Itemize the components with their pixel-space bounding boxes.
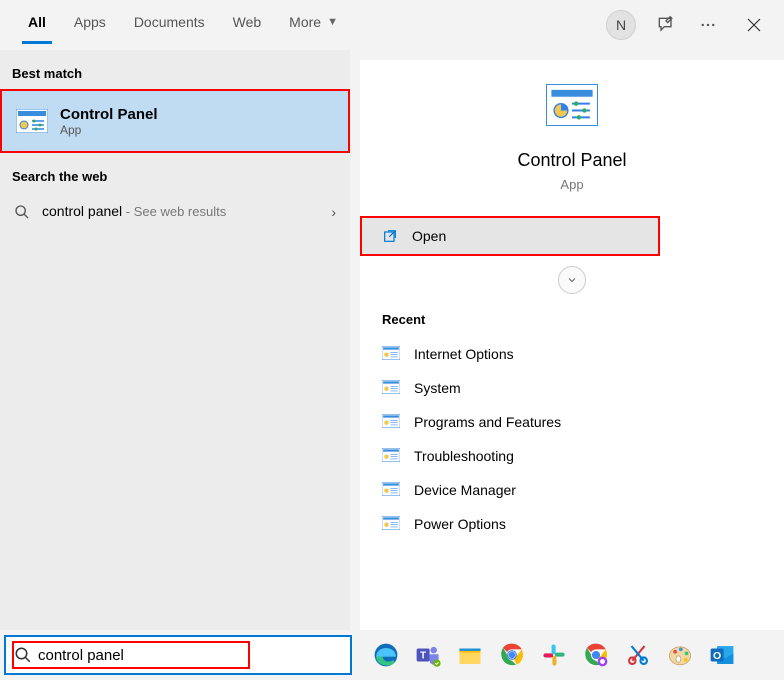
recent-item-label: Internet Options bbox=[414, 346, 514, 362]
control-panel-icon bbox=[382, 482, 400, 499]
detail-icon bbox=[546, 84, 598, 126]
search-icon bbox=[14, 204, 30, 220]
tab-web[interactable]: Web bbox=[219, 14, 276, 44]
open-action[interactable]: Open bbox=[360, 216, 660, 256]
user-avatar[interactable]: N bbox=[606, 10, 636, 40]
tab-apps[interactable]: Apps bbox=[60, 14, 120, 44]
control-panel-icon bbox=[382, 380, 400, 397]
best-match-sub: App bbox=[60, 123, 158, 137]
tab-all[interactable]: All bbox=[14, 14, 60, 44]
taskbar-file-explorer-icon[interactable] bbox=[454, 639, 486, 671]
tabs-left: All Apps Documents Web More ▼ bbox=[14, 0, 352, 50]
recent-item[interactable]: Internet Options bbox=[360, 337, 784, 371]
chevron-right-icon: › bbox=[331, 204, 336, 220]
taskbar: TO bbox=[352, 639, 784, 671]
tab-documents[interactable]: Documents bbox=[120, 14, 219, 44]
chevron-down-icon: ▼ bbox=[327, 16, 338, 28]
web-result-sub: - See web results bbox=[122, 204, 226, 219]
recent-item-label: Programs and Features bbox=[414, 414, 561, 430]
taskbar-slack-icon[interactable] bbox=[538, 639, 570, 671]
taskbar-chrome-canary-icon[interactable] bbox=[580, 639, 612, 671]
best-match-title: Control Panel bbox=[60, 106, 158, 123]
recent-list: Internet Options System Programs and Featu… bbox=[360, 337, 784, 541]
control-panel-icon bbox=[16, 109, 48, 133]
svg-text:O: O bbox=[713, 650, 721, 662]
recent-item-label: Troubleshooting bbox=[414, 448, 514, 464]
chevron-down-icon bbox=[566, 274, 578, 286]
recent-item[interactable]: Power Options bbox=[360, 507, 784, 541]
detail-title: Control Panel bbox=[517, 150, 626, 171]
search-web-header: Search the web bbox=[0, 153, 350, 192]
best-match-header: Best match bbox=[0, 50, 350, 89]
best-match-item[interactable]: Control Panel App bbox=[0, 89, 350, 153]
more-options-icon[interactable] bbox=[696, 13, 720, 37]
tab-more-label: More bbox=[289, 14, 321, 30]
recent-header: Recent bbox=[360, 304, 784, 337]
bottom-bar: TO bbox=[0, 630, 784, 680]
taskbar-outlook-icon[interactable]: O bbox=[706, 639, 738, 671]
taskbar-teams-icon[interactable]: T bbox=[412, 639, 444, 671]
control-panel-icon bbox=[382, 516, 400, 533]
best-match-text: Control Panel App bbox=[60, 106, 158, 137]
recent-item[interactable]: System bbox=[360, 371, 784, 405]
results-pane: Best match Control Panel App Search the … bbox=[0, 50, 350, 630]
taskbar-paint-icon[interactable] bbox=[664, 639, 696, 671]
taskbar-edge-icon[interactable] bbox=[370, 639, 402, 671]
search-input[interactable] bbox=[32, 647, 342, 664]
tab-more[interactable]: More ▼ bbox=[275, 14, 352, 44]
recent-item[interactable]: Device Manager bbox=[360, 473, 784, 507]
svg-text:T: T bbox=[420, 650, 426, 661]
control-panel-icon bbox=[382, 346, 400, 363]
search-box[interactable] bbox=[4, 635, 352, 675]
taskbar-snip-icon[interactable] bbox=[622, 639, 654, 671]
detail-sub: App bbox=[560, 177, 583, 192]
main-content: Best match Control Panel App Search the … bbox=[0, 50, 784, 630]
expand-button[interactable] bbox=[558, 266, 586, 294]
recent-item-label: System bbox=[414, 380, 461, 396]
taskbar-chrome-icon[interactable] bbox=[496, 639, 528, 671]
recent-item[interactable]: Programs and Features bbox=[360, 405, 784, 439]
detail-pane: Control Panel App Open Recent Internet O… bbox=[360, 60, 784, 630]
detail-header: Control Panel App bbox=[360, 60, 784, 216]
web-result-item[interactable]: control panel - See web results › bbox=[0, 192, 350, 232]
recent-item-label: Device Manager bbox=[414, 482, 516, 498]
tabs-bar: All Apps Documents Web More ▼ N bbox=[0, 0, 784, 50]
open-icon bbox=[382, 228, 398, 244]
expand-row bbox=[360, 256, 784, 304]
search-icon bbox=[14, 646, 32, 664]
web-result-query: control panel bbox=[42, 203, 122, 219]
tabs-right: N bbox=[606, 9, 778, 41]
control-panel-icon bbox=[382, 448, 400, 465]
close-button[interactable] bbox=[738, 9, 770, 41]
open-label: Open bbox=[412, 228, 446, 244]
recent-item[interactable]: Troubleshooting bbox=[360, 439, 784, 473]
feedback-icon[interactable] bbox=[654, 13, 678, 37]
recent-item-label: Power Options bbox=[414, 516, 506, 532]
control-panel-icon bbox=[382, 414, 400, 431]
